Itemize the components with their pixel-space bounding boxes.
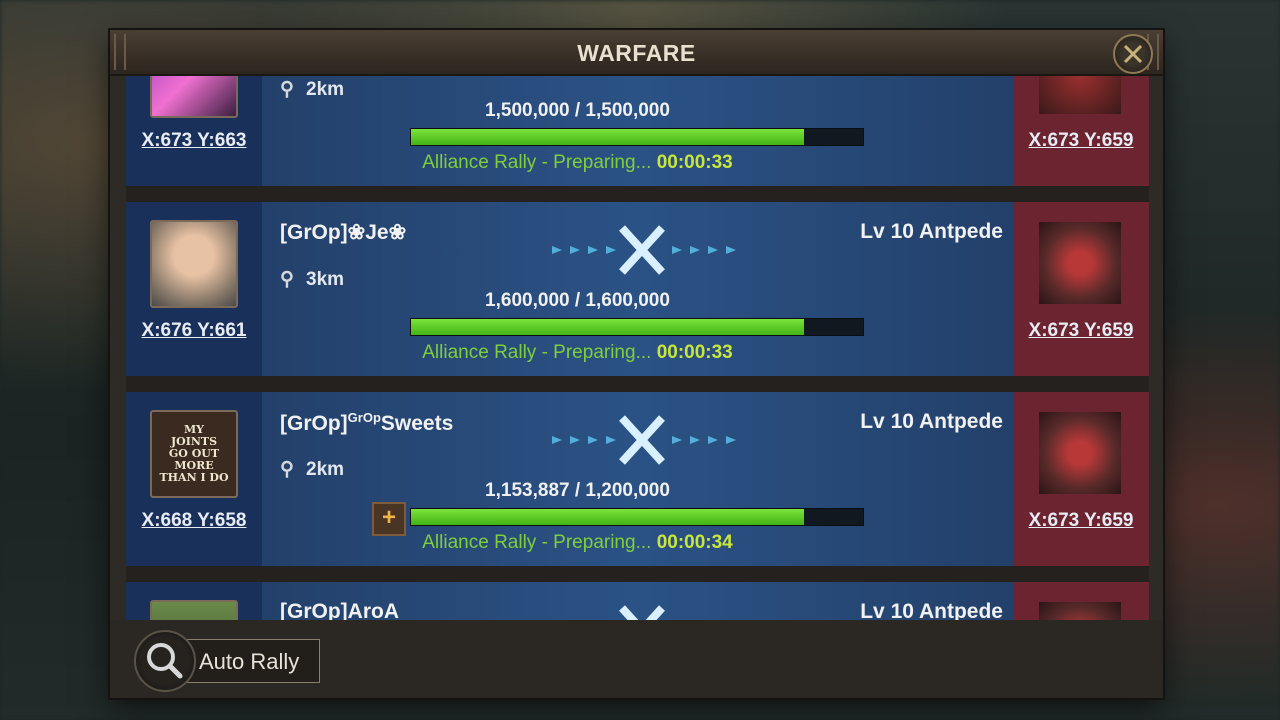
- target-coordinates-link[interactable]: X:673 Y:659: [1013, 130, 1149, 152]
- auto-rally-label: Auto Rally: [199, 649, 300, 674]
- crossed-swords-icon: [552, 415, 736, 465]
- leader-coordinates-link[interactable]: X:676 Y:661: [126, 320, 262, 342]
- rally-row[interactable]: X:676 Y:661 [GrOp]❀Je❀ Lv 10 Antpede ⚲ 3k…: [126, 202, 1149, 376]
- avatar[interactable]: [150, 220, 238, 308]
- avatar[interactable]: [150, 600, 238, 620]
- rally-row[interactable]: [GrOp]AroA Lv 10 Antpede: [126, 582, 1149, 620]
- close-x-icon: [1123, 44, 1143, 64]
- rally-info: [GrOp]AroA Lv 10 Antpede: [262, 582, 1013, 620]
- rally-power: 1,600,000 / 1,600,000: [485, 290, 670, 311]
- avatar[interactable]: MY JOINTS GO OUT MORE THAN I DO: [150, 410, 238, 498]
- rally-target-name: Lv 10 Antpede: [860, 600, 1003, 620]
- crossed-swords-icon: [619, 605, 665, 620]
- distance-text: ⚲ 2km: [280, 459, 345, 480]
- rally-status: Alliance Rally - Preparing... 00:00:33: [422, 342, 733, 363]
- rally-status: Alliance Rally - Preparing... 00:00:33: [422, 152, 733, 173]
- rally-info: [GrOp]GrOpSweets Lv 10 Antpede ⚲ 2km 1,15…: [262, 392, 1013, 566]
- rally-power: 1,500,000 / 1,500,000: [485, 100, 670, 121]
- rally-leader-name: [GrOp]GrOpSweets: [280, 410, 454, 435]
- rally-leader-cell: MY JOINTS GO OUT MORE THAN I DO X:668 Y:…: [126, 392, 262, 566]
- auto-rally-search-button[interactable]: [134, 630, 196, 692]
- search-icon: [147, 643, 183, 679]
- rally-target-cell: X:673 Y:659: [1013, 76, 1149, 186]
- target-coordinates-link[interactable]: X:673 Y:659: [1013, 510, 1149, 532]
- leader-coordinates-link[interactable]: X:668 Y:658: [126, 510, 262, 532]
- rally-progress-fill: [411, 129, 805, 145]
- warfare-panel: WARFARE X:673 Y:663 ⚲ 2km 1,500,000 / 1,5…: [110, 30, 1163, 698]
- rally-leader-name: [GrOp]❀Je❀: [280, 221, 407, 244]
- avatar-text-line: THAN I DO: [159, 471, 229, 484]
- rally-leader-name: [GrOp]AroA: [280, 600, 399, 620]
- title-bar: WARFARE: [110, 30, 1163, 76]
- rally-progress-bar: [410, 508, 864, 526]
- rally-info: [GrOp]❀Je❀ Lv 10 Antpede ⚲ 3km 1,600,000 …: [262, 202, 1013, 376]
- location-pin-icon: ⚲: [280, 79, 294, 100]
- rally-target-cell: X:673 Y:659: [1013, 392, 1149, 566]
- close-button[interactable]: [1113, 34, 1153, 74]
- rally-progress-bar: [410, 318, 864, 336]
- rally-list[interactable]: X:673 Y:663 ⚲ 2km 1,500,000 / 1,500,000 A…: [126, 76, 1149, 620]
- rally-row[interactable]: X:673 Y:663 ⚲ 2km 1,500,000 / 1,500,000 A…: [126, 76, 1149, 186]
- location-pin-icon: ⚲: [280, 269, 294, 290]
- rally-leader-cell: X:676 Y:661: [126, 202, 262, 376]
- rally-leader-cell: X:673 Y:663: [126, 76, 262, 186]
- rally-row[interactable]: MY JOINTS GO OUT MORE THAN I DO X:668 Y:…: [126, 392, 1149, 566]
- monster-portrait[interactable]: [1039, 412, 1121, 494]
- rally-progress-bar: [410, 128, 864, 146]
- plus-icon: +: [381, 504, 396, 531]
- panel-footer: Auto Rally: [110, 620, 1163, 698]
- rally-power: 1,153,887 / 1,200,000: [485, 480, 670, 501]
- rally-target-name: Lv 10 Antpede: [860, 410, 1003, 433]
- rally-target-cell: [1013, 582, 1149, 620]
- distance-text: ⚲ 2km: [280, 79, 345, 100]
- avatar[interactable]: [150, 76, 238, 118]
- monster-portrait[interactable]: [1039, 76, 1121, 114]
- rally-target-name: Lv 10 Antpede: [860, 220, 1003, 243]
- monster-portrait[interactable]: [1039, 222, 1121, 304]
- monster-portrait[interactable]: [1039, 602, 1121, 620]
- rally-target-cell: X:673 Y:659: [1013, 202, 1149, 376]
- rally-info: ⚲ 2km 1,500,000 / 1,500,000 Alliance Rall…: [262, 76, 1013, 186]
- rally-status: Alliance Rally - Preparing... 00:00:34: [422, 532, 733, 553]
- distance-text: ⚲ 3km: [280, 269, 345, 290]
- crossed-swords-icon: [552, 225, 736, 275]
- leader-coordinates-link[interactable]: X:673 Y:663: [126, 130, 262, 152]
- join-rally-plus-button[interactable]: +: [372, 502, 406, 536]
- rally-progress-fill: [411, 319, 805, 335]
- rally-progress-fill: [411, 509, 805, 525]
- target-coordinates-link[interactable]: X:673 Y:659: [1013, 320, 1149, 342]
- rally-leader-cell: [126, 582, 262, 620]
- location-pin-icon: ⚲: [280, 459, 294, 480]
- panel-title: WARFARE: [577, 40, 696, 66]
